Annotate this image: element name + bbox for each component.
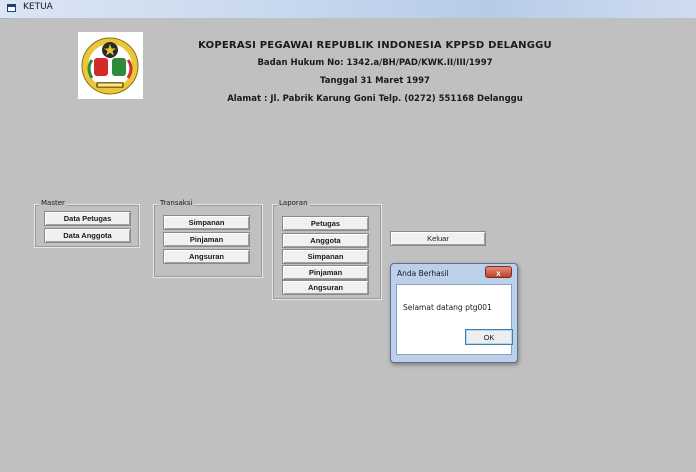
data-petugas-button[interactable]: Data Petugas <box>44 211 131 226</box>
angsuran-transaksi-button[interactable]: Angsuran <box>163 249 250 264</box>
org-name: KOPERASI PEGAWAI REPUBLIK INDONESIA KPPS… <box>198 40 552 51</box>
address-phone: Alamat : Jl. Pabrik Karung Goni Telp. (0… <box>227 94 523 104</box>
message-dialog: Anda Berhasil x Selamat datang ptg001 OK <box>390 263 518 363</box>
header-block: KOPERASI PEGAWAI REPUBLIK INDONESIA KPPS… <box>140 40 610 112</box>
ok-button[interactable]: OK <box>465 329 513 345</box>
window-titlebar: KETUA <box>0 0 696 19</box>
laporan-group-label: Laporan <box>277 199 310 207</box>
app-window-icon <box>7 4 16 12</box>
simpanan-transaksi-button[interactable]: Simpanan <box>163 215 250 230</box>
pinjaman-laporan-button[interactable]: Pinjaman <box>282 265 369 280</box>
pinjaman-transaksi-button[interactable]: Pinjaman <box>163 232 250 247</box>
window-title: KETUA <box>23 2 53 12</box>
legal-number: Badan Hukum No: 1342.a/BH/PAD/KWK.II/III… <box>257 58 493 68</box>
dialog-body: Selamat datang ptg001 OK <box>396 284 513 355</box>
master-group-label: Master <box>39 199 67 207</box>
keluar-button[interactable]: Keluar <box>390 231 486 246</box>
dialog-title: Anda Berhasil <box>397 269 449 278</box>
founding-date: Tanggal 31 Maret 1997 <box>320 76 430 86</box>
dialog-message: Selamat datang ptg001 <box>403 303 492 312</box>
koperasi-logo <box>78 32 143 99</box>
data-anggota-button[interactable]: Data Anggota <box>44 228 131 243</box>
angsuran-laporan-button[interactable]: Angsuran <box>282 280 369 295</box>
simpanan-laporan-button[interactable]: Simpanan <box>282 249 369 264</box>
transaksi-group-label: Transaksi <box>158 199 195 207</box>
dialog-close-button[interactable]: x <box>485 266 512 278</box>
petugas-laporan-button[interactable]: Petugas <box>282 216 369 231</box>
anggota-laporan-button[interactable]: Anggota <box>282 233 369 248</box>
